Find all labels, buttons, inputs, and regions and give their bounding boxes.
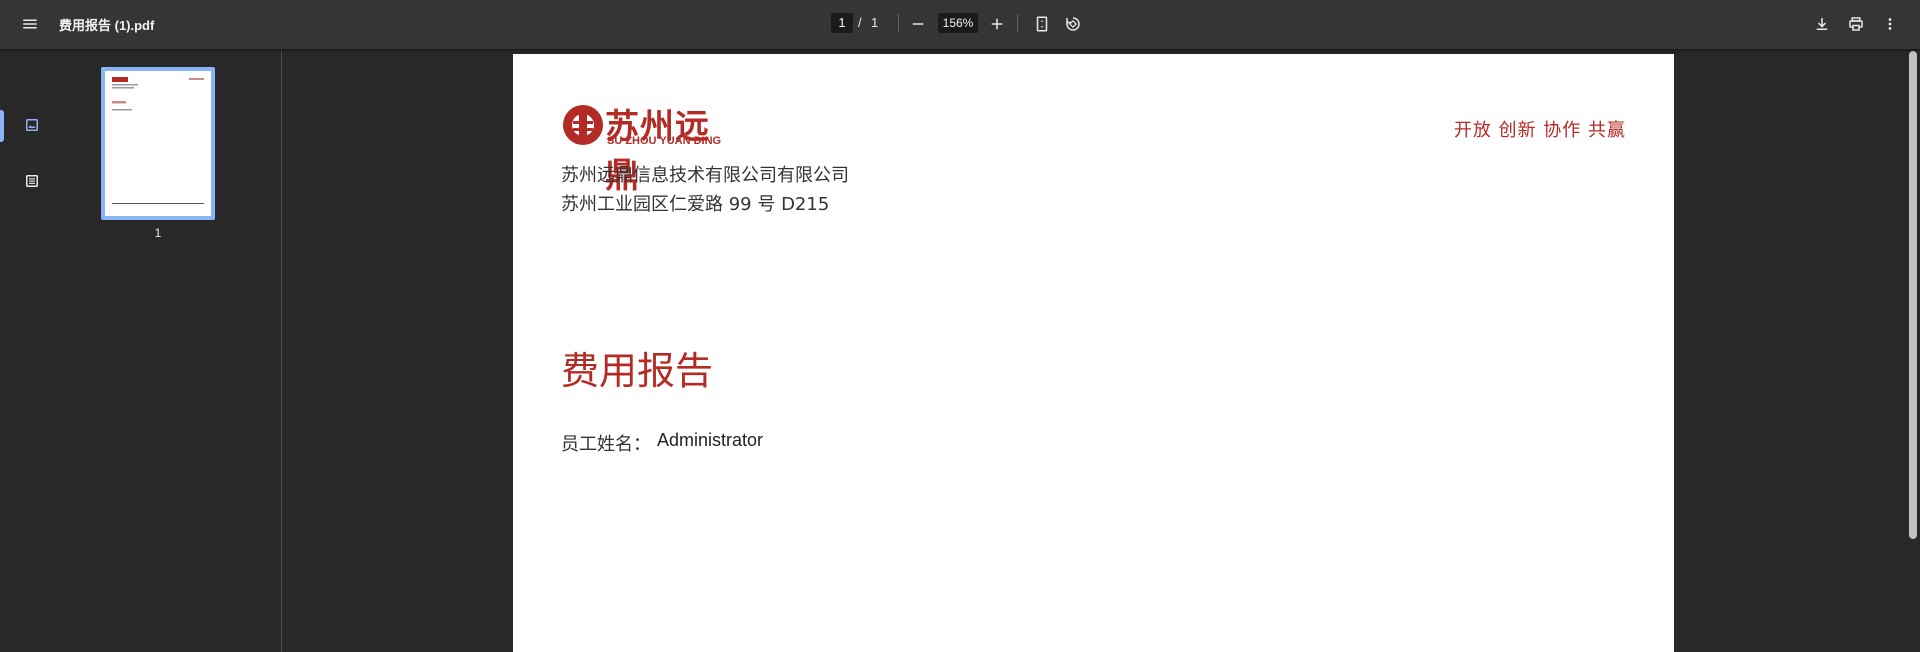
outline-list-icon	[26, 175, 38, 187]
menu-icon[interactable]	[16, 10, 44, 38]
zoom-in-button[interactable]	[983, 10, 1011, 38]
print-icon	[1849, 17, 1863, 31]
document-title: 费用报告	[561, 349, 714, 393]
toolbar-divider	[1017, 14, 1018, 32]
employee-name-value: Administrator	[657, 430, 764, 450]
company-slogan: 开放 创新 协作 共赢	[1453, 120, 1626, 141]
download-icon	[1816, 18, 1828, 30]
image-icon	[26, 119, 38, 131]
outline-view-button[interactable]	[18, 167, 46, 195]
logo-emblem-icon	[563, 105, 603, 145]
employee-name-label: 员工姓名：	[561, 434, 651, 455]
sidebar-rail	[0, 49, 60, 652]
company-name: 苏州远鼎信息技术有限公司有限公司	[561, 165, 849, 186]
pdf-toolbar: 费用报告 (1).pdf 1 / 1 156%	[0, 0, 1920, 49]
zoom-level-input[interactable]: 156%	[938, 13, 978, 33]
more-options-button[interactable]	[1876, 10, 1904, 38]
fit-page-icon	[1036, 16, 1048, 32]
thumbnail-panel: 1	[60, 49, 282, 652]
print-button[interactable]	[1842, 10, 1870, 38]
thumbnail-page-label: 1	[154, 226, 162, 240]
company-logo: 苏州远鼎 SU ZHOU YUAN DING	[561, 101, 731, 196]
logo-english-text: SU ZHOU YUAN DING	[607, 135, 722, 147]
pdf-page: 苏州远鼎 SU ZHOU YUAN DING 开放 创新 协作 共赢 苏州远鼎信…	[513, 54, 1674, 652]
file-name: 费用报告 (1).pdf	[59, 18, 155, 33]
fit-to-page-button[interactable]	[1028, 10, 1056, 38]
rotate-button[interactable]	[1059, 10, 1087, 38]
toolbar-divider	[898, 14, 899, 32]
total-pages: 1	[871, 15, 879, 30]
active-indicator	[0, 110, 4, 142]
plus-icon	[991, 18, 1003, 30]
page-number-input[interactable]: 1	[831, 13, 853, 33]
zoom-out-button[interactable]	[904, 10, 932, 38]
vertical-scrollbar[interactable]	[1906, 49, 1920, 652]
minus-icon	[912, 23, 924, 25]
company-address: 苏州工业园区仁爱路 99 号 D215	[561, 194, 830, 215]
thumbnail-preview	[112, 77, 204, 204]
scrollbar-thumb[interactable]	[1909, 51, 1917, 539]
rotate-icon	[1066, 17, 1080, 31]
thumbnails-view-button[interactable]	[18, 111, 46, 139]
page-separator: /	[858, 15, 862, 30]
download-button[interactable]	[1808, 10, 1836, 38]
page-thumbnail[interactable]	[101, 67, 215, 220]
more-vert-icon	[1888, 18, 1892, 30]
